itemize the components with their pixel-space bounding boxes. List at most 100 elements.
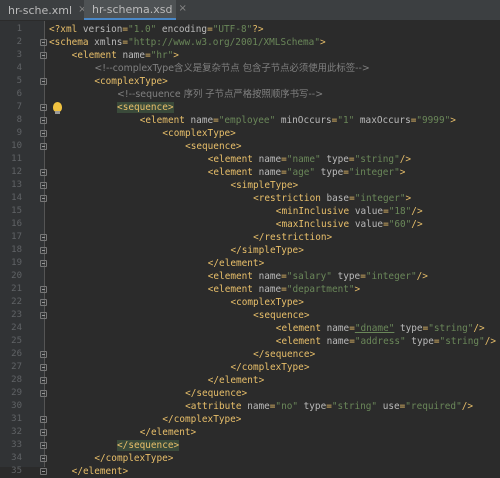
xml-tag-name: complexType (100, 76, 163, 87)
xml-punctuation: </ (207, 375, 220, 386)
xml-punctuation: > (309, 349, 316, 360)
xml-tag-name: element (213, 284, 259, 295)
close-icon[interactable]: × (178, 4, 186, 14)
code-line[interactable]: </sequence> (45, 348, 500, 361)
code-line[interactable]: </sequence> (45, 387, 500, 400)
xml-punctuation: /> (461, 401, 474, 412)
line-number: 25 (11, 336, 22, 346)
xml-attribute-value: "18" (388, 206, 412, 217)
xml-attribute-name: base (326, 193, 350, 204)
xml-attribute-value: "9999" (416, 115, 451, 126)
line-number: 33 (11, 440, 22, 450)
xml-attribute-value: "integer" (354, 193, 406, 204)
xml-tag-name: element (281, 323, 327, 334)
code-line[interactable]: </complexType> (45, 413, 500, 426)
line-number: 10 (11, 141, 22, 151)
code-line[interactable]: </element> (45, 257, 500, 270)
tab-hr-sche-xml[interactable]: hr-sche.xml × (0, 0, 86, 20)
xml-attribute-name: xmlns (94, 37, 123, 48)
code-line[interactable]: <element name="name" type="string"/> (45, 153, 500, 166)
line-number: 26 (11, 349, 22, 359)
xml-attribute-name: type (315, 167, 344, 178)
code-line[interactable]: </sequence> (45, 439, 500, 452)
code-line[interactable]: <attribute name="no" type="string" use="… (45, 400, 500, 413)
code-line[interactable]: </complexType> (45, 361, 500, 374)
code-line[interactable]: </complexType> (45, 452, 500, 465)
xml-attribute-name: name (247, 401, 270, 412)
xml-punctuation: > (298, 245, 304, 256)
xml-attribute-name: name (326, 323, 350, 334)
xml-attribute-value: "string" (428, 323, 474, 334)
xml-punctuation: > (235, 414, 242, 425)
xml-punctuation: > (241, 388, 248, 399)
code-line[interactable]: <sequence> (45, 309, 500, 322)
xml-punctuation: > (399, 167, 406, 178)
xml-tag-name: simpleType (236, 180, 293, 191)
code-line[interactable]: </element> (45, 374, 500, 387)
code-area[interactable]: <?xml version="1.0" encoding="UTF-8"?> <s… (45, 21, 500, 477)
line-number: 21 (11, 284, 22, 294)
xml-tag-name: sequence (258, 310, 304, 321)
code-line[interactable]: </simpleType> (45, 244, 500, 257)
code-line[interactable]: <restriction base="integer"> (45, 192, 500, 205)
xml-punctuation: </ (230, 245, 242, 256)
line-number: 6 (16, 89, 22, 99)
code-line[interactable]: </restriction> (45, 231, 500, 244)
xml-attribute-name: value (354, 219, 384, 230)
code-line[interactable]: <element name="hr"> (45, 49, 500, 62)
xml-punctuation: > (326, 232, 333, 243)
xml-attribute-name: name (190, 115, 214, 126)
xml-attribute-name: value (354, 206, 384, 217)
code-comment: <!--sequence 序列 子节点严格按照顺序书写--> (117, 89, 324, 100)
xml-punctuation: > (167, 102, 174, 113)
lightbulb-icon[interactable] (53, 102, 62, 114)
code-line[interactable]: <complexType> (45, 296, 500, 309)
xml-attribute-value: "address" (354, 336, 406, 347)
xml-tag-name: complexType (168, 128, 231, 139)
code-line[interactable]: <element name="department"> (45, 283, 500, 296)
xml-attribute-name: use (377, 401, 400, 412)
xml-punctuation: </ (253, 349, 265, 360)
xml-attribute-value: "integer" (348, 167, 400, 178)
line-number: 27 (11, 362, 22, 372)
code-line[interactable]: <element name="salary" type="integer"/> (45, 270, 500, 283)
xml-attribute-name: name (258, 271, 282, 282)
xml-attribute-value: "http://www.w3.org/2001/XMLSchema" (128, 37, 320, 48)
line-number: 13 (11, 180, 22, 190)
xml-tag-name: element (77, 50, 123, 61)
code-line[interactable]: <minInclusive value="18"/> (45, 205, 500, 218)
code-line[interactable]: <schema xmlns="http://www.w3.org/2001/XM… (45, 36, 500, 49)
code-line[interactable]: <!--complexType含义是复杂节点 包含子节点必须使用此标签--> (45, 62, 500, 75)
code-line[interactable]: <sequence> (45, 140, 500, 153)
code-line[interactable]: <simpleType> (45, 179, 500, 192)
xml-attribute-value: "department" (286, 284, 355, 295)
xml-tag-name: schema (54, 37, 95, 48)
code-line[interactable]: <complexType> (45, 127, 500, 140)
tab-hr-schema-xsd[interactable]: hr-schema.xsd × (84, 0, 187, 20)
line-number: 9 (16, 128, 22, 138)
code-line[interactable]: <element name="age" type="integer"> (45, 166, 500, 179)
code-line[interactable]: <element name="employee" minOccurs="1" m… (45, 114, 500, 127)
xml-punctuation: </ (253, 232, 265, 243)
code-line[interactable]: <complexType> (45, 75, 500, 88)
editor-tab-bar: hr-sche.xml × hr-schema.xsd × (0, 0, 500, 21)
xml-attribute-name: version (82, 24, 123, 35)
code-line[interactable]: </element> (45, 426, 500, 439)
code-line[interactable]: <sequence> (45, 101, 500, 114)
xml-punctuation: > (405, 193, 412, 204)
xml-attribute-name: type (320, 154, 349, 165)
code-editor[interactable]: 1 2 3 4 5 6 7 8 9 10 11 12 13 14 15 16 17 18 19 20 21 22 23 24 2… (0, 21, 500, 477)
line-number: 12 (11, 167, 22, 177)
line-number: 2 (16, 37, 22, 47)
xml-attribute-value: "name" (286, 154, 321, 165)
code-line[interactable]: <maxInclusive value="60"/> (45, 218, 500, 231)
xml-attribute-value: "1.0" (128, 24, 157, 35)
code-line[interactable]: <element name="dname" type="string"/> (45, 322, 500, 335)
code-line[interactable]: <?xml version="1.0" encoding="UTF-8"?> (45, 23, 500, 36)
code-line[interactable]: <element name="address" type="string"/> (45, 335, 500, 348)
xml-attribute-value: "string" (354, 154, 400, 165)
xml-attribute-name: minOccurs (275, 115, 332, 126)
code-line[interactable]: <!--sequence 序列 子节点严格按照顺序书写--> (45, 88, 500, 101)
xml-punctuation: > (319, 37, 326, 48)
xml-tag-name: sequence (128, 440, 174, 451)
